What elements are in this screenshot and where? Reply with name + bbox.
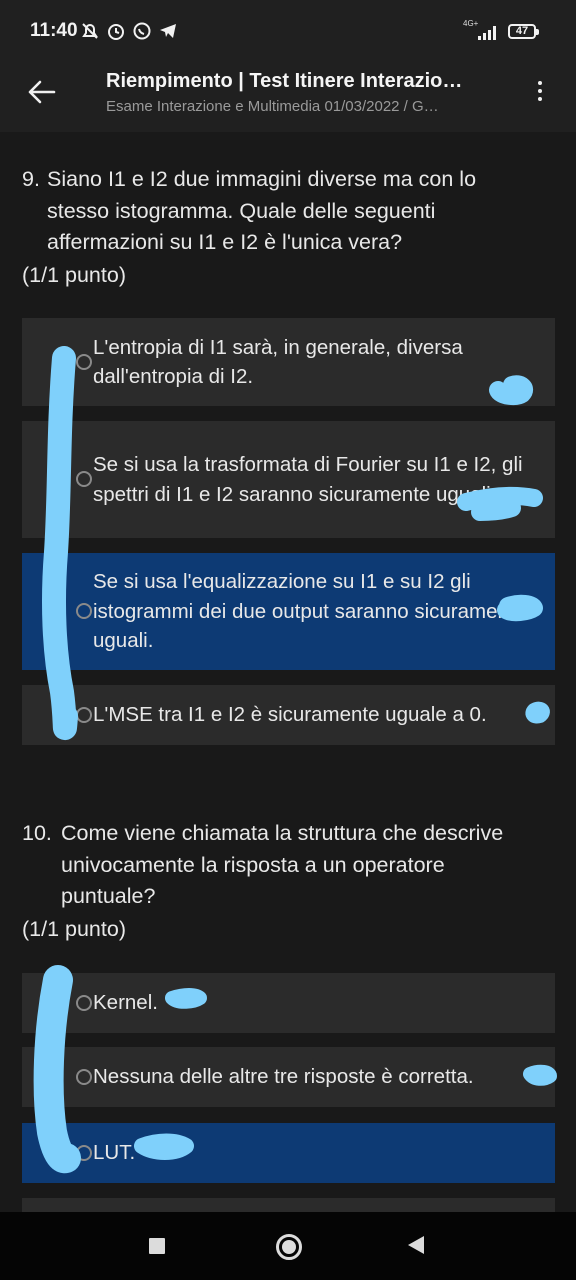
- option-label: Nessuna delle altre tre risposte è corre…: [93, 1065, 474, 1089]
- option-label: Kernel.: [93, 991, 158, 1015]
- option-q10-a[interactable]: Kernel.: [22, 973, 555, 1033]
- status-time: 11:40: [30, 20, 78, 41]
- more-options-icon[interactable]: [530, 78, 550, 108]
- back-arrow-icon[interactable]: [24, 74, 60, 110]
- signal-icon: [478, 24, 500, 40]
- navigation-bar: [0, 1212, 576, 1280]
- page-subtitle: Esame Interazione e Multimedia 01/03/202…: [106, 98, 439, 115]
- radio-button[interactable]: [76, 471, 92, 487]
- option-label: Se si usa la trasformata di Fourier su I…: [93, 453, 523, 506]
- radio-button-selected[interactable]: [76, 603, 92, 619]
- question-number: 10.: [22, 821, 52, 845]
- radio-button-selected[interactable]: [76, 1145, 92, 1161]
- option-label: LUT.: [93, 1141, 136, 1165]
- question-9-text: 9. Siano I1 e I2 due immagini diverse ma…: [22, 164, 542, 259]
- option-q9-b[interactable]: Se si usa la trasformata di Fourier su I…: [22, 421, 555, 538]
- status-bar: 11:40 4G+ 47: [0, 0, 576, 62]
- option-q10-c[interactable]: LUT.: [22, 1123, 555, 1183]
- radio-button[interactable]: [76, 354, 92, 370]
- battery-icon: 47: [508, 24, 539, 39]
- question-body: Come viene chiamata la struttura che des…: [61, 821, 504, 908]
- radio-button[interactable]: [76, 995, 92, 1011]
- alarm-icon: [108, 24, 124, 40]
- option-q9-a[interactable]: L'entropia di I1 sarà, in generale, dive…: [22, 318, 555, 406]
- option-q9-c[interactable]: Se si usa l'equalizzazione su I1 e su I2…: [22, 553, 555, 670]
- option-q10-b[interactable]: Nessuna delle altre tre risposte è corre…: [22, 1047, 555, 1107]
- question-9-points: (1/1 punto): [22, 263, 126, 287]
- option-q10-d-partial[interactable]: [22, 1198, 555, 1212]
- radio-button[interactable]: [76, 1069, 92, 1085]
- recents-square-icon[interactable]: [149, 1238, 165, 1254]
- radio-button[interactable]: [76, 707, 92, 723]
- option-label: L'entropia di I1 sarà, in generale, dive…: [93, 335, 463, 389]
- option-label: Se si usa l'equalizzazione su I1 e su I2…: [93, 570, 527, 653]
- home-circle-icon[interactable]: [276, 1234, 302, 1260]
- app-bar: Riempimento | Test Itinere Interazio… Es…: [0, 62, 576, 132]
- quiz-content: 9. Siano I1 e I2 due immagini diverse ma…: [0, 132, 576, 1212]
- back-triangle-icon[interactable]: [408, 1236, 424, 1254]
- network-type: 4G+: [463, 19, 479, 28]
- option-label: L'MSE tra I1 e I2 è sicuramente uguale a…: [93, 703, 487, 727]
- question-10-text: 10. Come viene chiamata la struttura che…: [22, 818, 542, 913]
- page-title: Riempimento | Test Itinere Interazio…: [106, 70, 463, 92]
- question-number: 9.: [22, 167, 40, 191]
- whatsapp-icon: [133, 22, 151, 40]
- option-q9-d[interactable]: L'MSE tra I1 e I2 è sicuramente uguale a…: [22, 685, 555, 745]
- telegram-icon: [160, 24, 176, 38]
- bell-off-icon: [82, 23, 98, 39]
- question-10-points: (1/1 punto): [22, 917, 126, 941]
- question-body: Siano I1 e I2 due immagini diverse ma co…: [47, 167, 477, 254]
